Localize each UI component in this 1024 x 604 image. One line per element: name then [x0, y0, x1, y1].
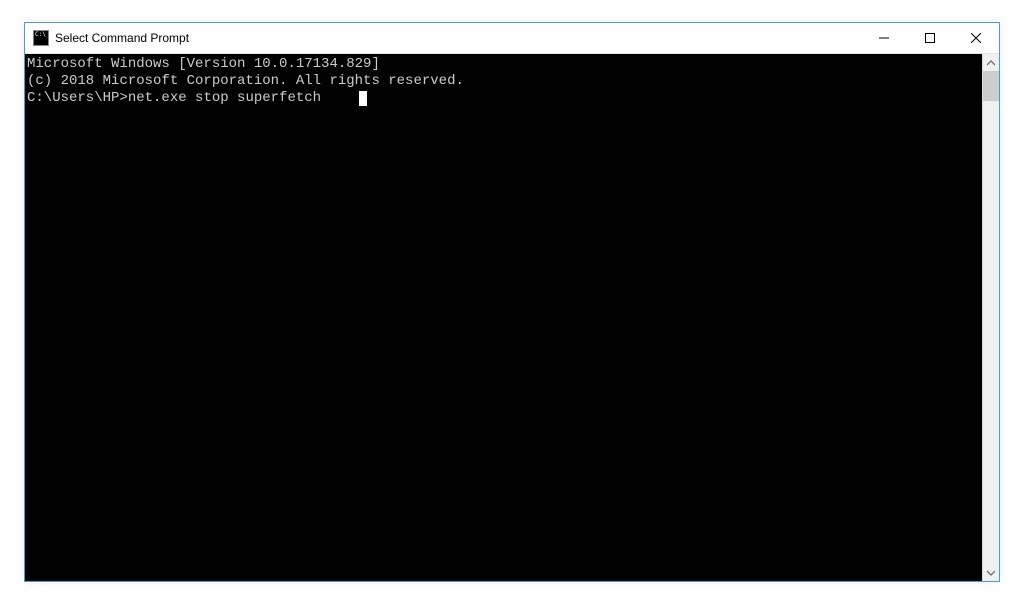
- close-button[interactable]: [953, 23, 999, 53]
- chevron-up-icon: [987, 59, 995, 67]
- minimize-button[interactable]: [861, 23, 907, 53]
- vertical-scrollbar[interactable]: [982, 54, 999, 581]
- prompt-path: C:\Users\HP>: [27, 90, 128, 106]
- terminal-content[interactable]: Microsoft Windows [Version 10.0.17134.82…: [25, 54, 982, 581]
- maximize-button[interactable]: [907, 23, 953, 53]
- titlebar[interactable]: Select Command Prompt: [25, 23, 999, 54]
- maximize-icon: [925, 33, 935, 43]
- cmd-icon: [33, 30, 49, 46]
- scroll-down-button[interactable]: [983, 564, 999, 581]
- copyright-line: (c) 2018 Microsoft Corporation. All righ…: [27, 73, 982, 90]
- close-icon: [971, 33, 981, 43]
- terminal-area: Microsoft Windows [Version 10.0.17134.82…: [25, 54, 999, 581]
- prompt-line: C:\Users\HP>net.exe stop superfetch: [27, 90, 982, 107]
- scroll-thumb[interactable]: [983, 71, 999, 101]
- scroll-up-button[interactable]: [983, 54, 999, 71]
- version-line: Microsoft Windows [Version 10.0.17134.82…: [27, 56, 982, 73]
- window-controls: [861, 23, 999, 53]
- minimize-icon: [879, 33, 889, 43]
- scroll-track[interactable]: [983, 71, 999, 564]
- window-title: Select Command Prompt: [55, 31, 861, 45]
- command-prompt-window: Select Command Prompt Microsoft Windows: [24, 22, 1000, 582]
- cursor: [359, 91, 367, 106]
- chevron-down-icon: [987, 569, 995, 577]
- command-text: net.exe stop superfetch: [128, 90, 321, 106]
